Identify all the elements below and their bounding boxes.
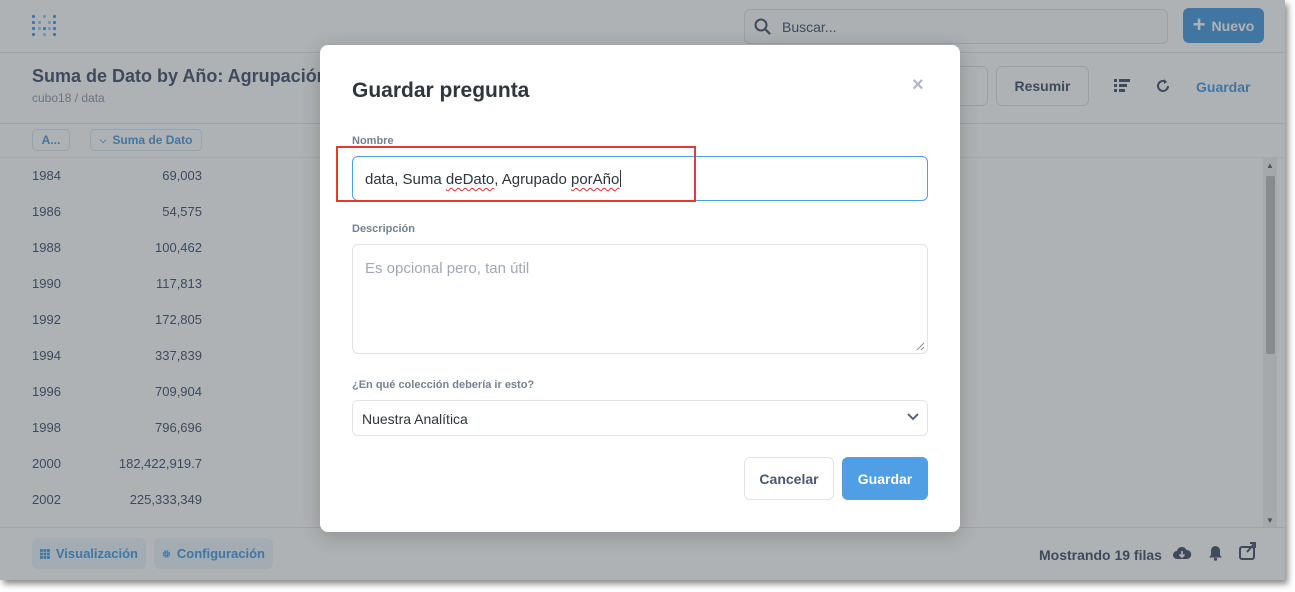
cancel-button[interactable]: Cancelar [744, 457, 834, 500]
save-question-modal: Guardar pregunta × Nombre data, Suma deD… [320, 45, 960, 532]
description-field[interactable]: Es opcional pero, tan útil [352, 244, 928, 354]
modal-title: Guardar pregunta [352, 79, 530, 102]
collection-select[interactable]: Nuestra Analítica [352, 400, 928, 436]
chevron-down-icon [907, 413, 919, 421]
resize-handle-icon[interactable] [916, 342, 925, 351]
highlight-box [336, 146, 696, 202]
description-label: Descripción [352, 223, 415, 235]
collection-label: ¿En qué colección debería ir esto? [352, 379, 535, 391]
app-window: Buscar... + Nuevo Suma de Dato by Año: A… [0, 0, 1285, 580]
close-icon[interactable]: × [912, 75, 924, 95]
save-button[interactable]: Guardar [842, 457, 928, 500]
description-placeholder: Es opcional pero, tan útil [365, 260, 530, 277]
collection-value: Nuestra Analítica [362, 411, 468, 427]
